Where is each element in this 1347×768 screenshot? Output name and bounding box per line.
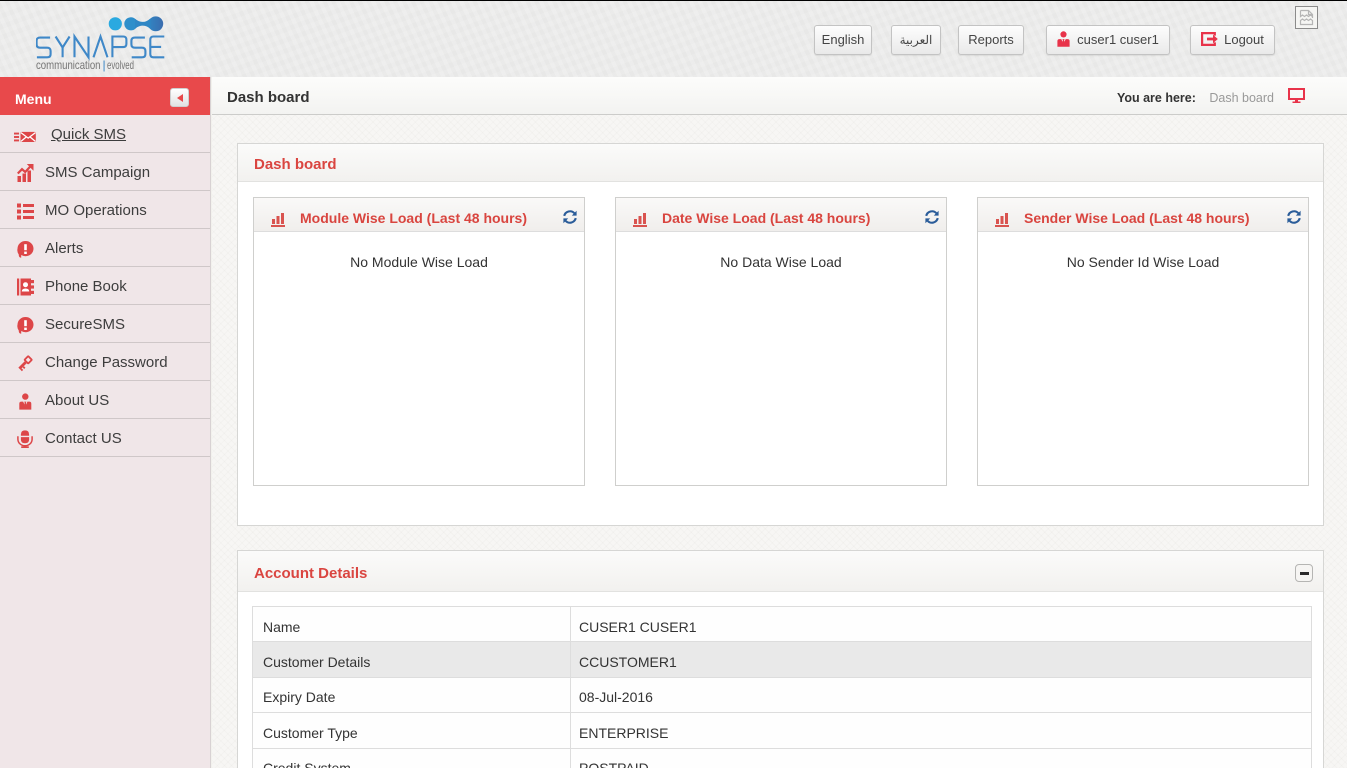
svg-text:evolved: evolved	[107, 58, 134, 72]
svg-text:communication: communication	[36, 58, 101, 72]
svg-text:|: |	[103, 58, 106, 72]
